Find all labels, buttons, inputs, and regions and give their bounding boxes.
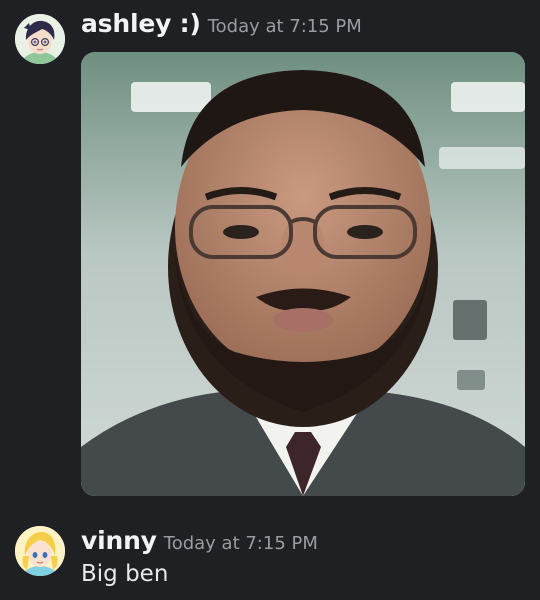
username[interactable]: vinny	[81, 526, 157, 555]
message-header: ashley :) Today at 7:15 PM	[81, 9, 362, 38]
username[interactable]: ashley :)	[81, 9, 201, 38]
chat-message-list: ashley :) Today at 7:15 PM vinny Today a…	[0, 0, 540, 600]
anime-avatar-blonde-icon	[15, 526, 65, 576]
portrait-photo-icon	[81, 52, 525, 496]
message-vinny: vinny Today at 7:15 PM Big ben	[0, 512, 540, 600]
user-avatar-ashley[interactable]	[15, 14, 65, 64]
anime-avatar-dark-hair-icon	[15, 14, 65, 64]
timestamp[interactable]: Today at 7:15 PM	[208, 16, 362, 37]
message-content: Big ben	[81, 561, 169, 587]
timestamp[interactable]: Today at 7:15 PM	[164, 533, 318, 554]
message-ashley: ashley :) Today at 7:15 PM	[0, 0, 540, 510]
image-attachment[interactable]	[81, 52, 525, 496]
message-header: vinny Today at 7:15 PM	[81, 526, 318, 555]
user-avatar-vinny[interactable]	[15, 526, 65, 576]
